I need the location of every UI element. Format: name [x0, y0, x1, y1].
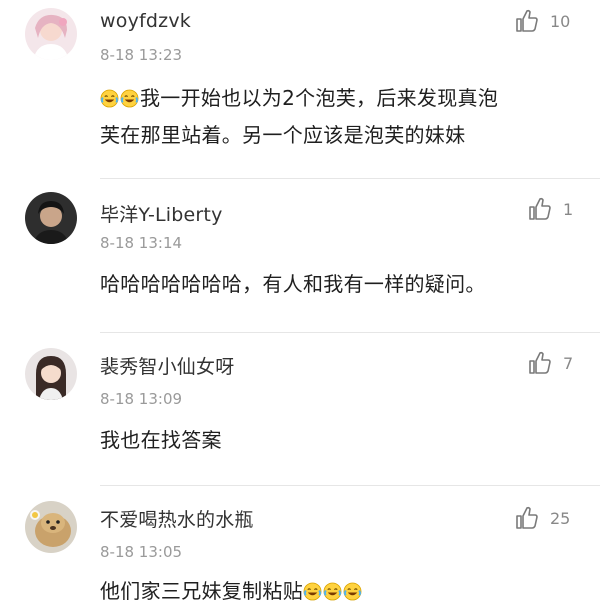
like-button[interactable]: 1: [527, 196, 573, 222]
username[interactable]: 不爱喝热水的水瓶: [100, 505, 254, 532]
thumbs-up-icon: [516, 506, 538, 529]
avatar[interactable]: [25, 192, 77, 244]
comment-text-line: 我也在找答案: [100, 428, 222, 452]
divider: [100, 332, 600, 333]
avatar[interactable]: [25, 348, 77, 400]
like-count: 7: [563, 353, 574, 373]
comment-text: 我也在找答案: [100, 422, 580, 459]
laughing-crying-emoji: [100, 89, 119, 108]
avatar[interactable]: [25, 501, 77, 553]
comment-text-line: 他们家三兄妹复制粘贴: [100, 579, 303, 603]
laughing-crying-emoji: [323, 582, 342, 601]
thumbs-up-icon: [529, 197, 551, 220]
comment-text-line: 芙在那里站着。另一个应该是泡芙的妹妹: [100, 123, 466, 147]
thumbs-up-icon: [516, 9, 538, 32]
username[interactable]: woyfdzvk: [100, 10, 191, 32]
thumbs-up-icon: [529, 351, 551, 374]
laughing-crying-emoji: [343, 582, 362, 601]
laughing-crying-emoji: [303, 582, 322, 601]
comment-text: 他们家三兄妹复制粘贴: [100, 573, 580, 610]
laughing-crying-emoji: [120, 89, 139, 108]
timestamp: 8-18 13:23: [100, 46, 183, 64]
comment-item: 裴秀智小仙女呀 8-18 13:09 7 我也在找答案: [0, 334, 600, 484]
like-count: 25: [550, 508, 571, 528]
comment-text-line: 哈哈哈哈哈哈哈，有人和我有一样的疑问。: [100, 272, 486, 296]
like-count: 1: [563, 199, 574, 219]
comment-text: 我一开始也以为2个泡芙，后来发现真泡 芙在那里站着。另一个应该是泡芙的妹妹: [100, 80, 580, 154]
divider: [100, 485, 600, 486]
comment-item: 不爱喝热水的水瓶 8-18 13:05 25 他们家三兄妹复制粘贴: [0, 487, 600, 611]
like-button[interactable]: 7: [527, 350, 573, 376]
comment-text-line: 我一开始也以为2个泡芙，后来发现真泡: [140, 86, 499, 110]
comment-item: woyfdzvk 8-18 13:23 10 我一开始也以为2个泡芙，后来发现真…: [0, 0, 600, 180]
divider: [100, 178, 600, 179]
like-count: 10: [550, 11, 571, 31]
username[interactable]: 裴秀智小仙女呀: [100, 352, 234, 379]
avatar[interactable]: [25, 8, 77, 60]
like-button[interactable]: 25: [514, 505, 570, 531]
username[interactable]: 毕洋Y-Liberty: [100, 200, 223, 227]
timestamp: 8-18 13:05: [100, 543, 183, 561]
comment-item: 毕洋Y-Liberty 8-18 13:14 1 哈哈哈哈哈哈哈，有人和我有一样…: [0, 180, 600, 332]
like-button[interactable]: 10: [514, 8, 570, 34]
timestamp: 8-18 13:09: [100, 390, 183, 408]
timestamp: 8-18 13:14: [100, 234, 183, 252]
comment-text: 哈哈哈哈哈哈哈，有人和我有一样的疑问。: [100, 266, 580, 303]
